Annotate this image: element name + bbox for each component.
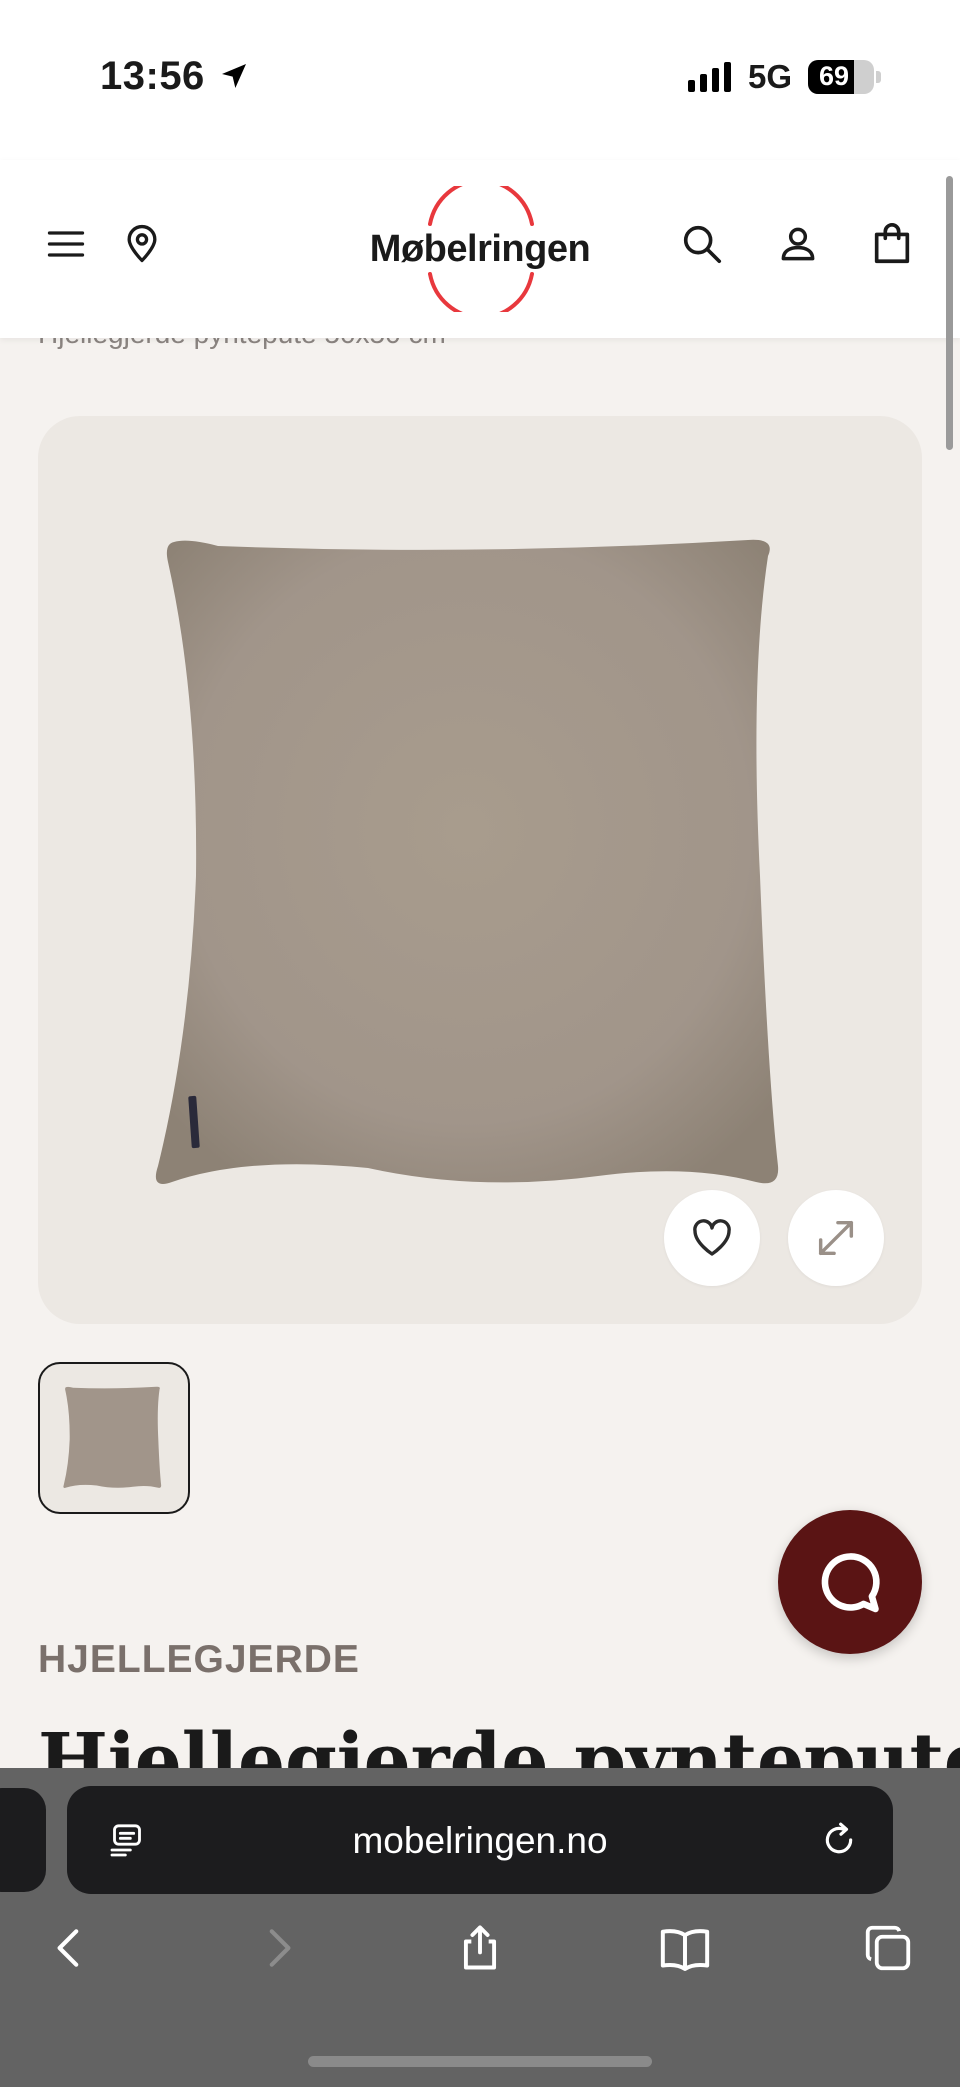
logo-text: Møbelringen bbox=[369, 228, 591, 270]
site-logo[interactable]: Møbelringen bbox=[360, 186, 600, 312]
page-scrollbar[interactable] bbox=[946, 176, 953, 450]
tabs-icon[interactable] bbox=[858, 1918, 918, 1978]
reload-icon[interactable] bbox=[817, 1818, 861, 1862]
expand-icon bbox=[818, 1220, 854, 1256]
bookmarks-icon[interactable] bbox=[655, 1918, 715, 1978]
product-image bbox=[155, 539, 779, 1184]
location-pin-icon[interactable] bbox=[116, 218, 168, 270]
favorite-button[interactable] bbox=[664, 1190, 760, 1286]
chat-button[interactable] bbox=[778, 1510, 922, 1654]
forward-icon[interactable] bbox=[248, 1918, 308, 1978]
battery-nub bbox=[876, 71, 881, 83]
share-icon[interactable] bbox=[450, 1918, 510, 1978]
previous-tab-peek[interactable] bbox=[0, 1788, 46, 1892]
product-brand[interactable]: HJELLEGJERDE bbox=[38, 1638, 360, 1682]
expand-image-button[interactable] bbox=[788, 1190, 884, 1286]
browser-toolbar: mobelringen.no bbox=[0, 1768, 960, 2087]
battery-icon: 69 bbox=[808, 60, 874, 94]
network-type: 5G bbox=[748, 58, 793, 95]
address-bar[interactable]: mobelringen.no bbox=[67, 1786, 893, 1894]
status-bar: 13:56 5G 69 bbox=[0, 0, 960, 160]
back-icon[interactable] bbox=[40, 1918, 100, 1978]
product-thumbnail[interactable] bbox=[38, 1362, 190, 1514]
location-arrow-icon bbox=[222, 64, 246, 88]
thumbnail-image bbox=[63, 1386, 162, 1488]
url-text: mobelringen.no bbox=[352, 1820, 608, 1861]
home-indicator bbox=[308, 2056, 652, 2067]
chat-icon bbox=[821, 1553, 880, 1613]
shopping-bag-icon[interactable] bbox=[866, 218, 918, 270]
signal-strength-icon bbox=[688, 62, 731, 92]
search-icon[interactable] bbox=[676, 218, 728, 270]
product-gallery[interactable] bbox=[38, 416, 922, 1324]
user-icon[interactable] bbox=[772, 218, 824, 270]
battery-percent: 69 bbox=[818, 61, 850, 91]
heart-icon bbox=[693, 1219, 731, 1256]
site-header: Møbelringen bbox=[0, 160, 960, 338]
menu-icon[interactable] bbox=[40, 218, 92, 270]
status-time: 13:56 bbox=[100, 54, 205, 98]
